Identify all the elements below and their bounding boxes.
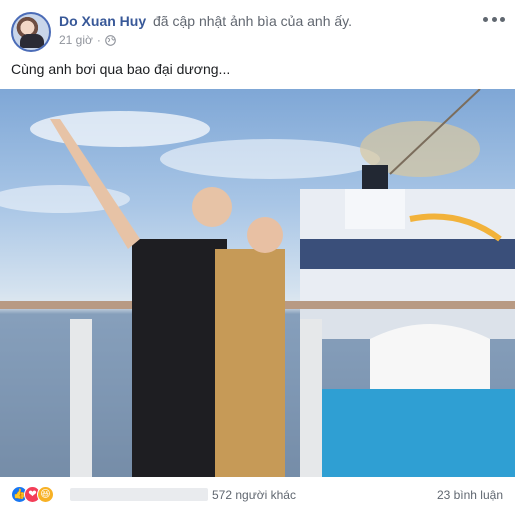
ship-panel xyxy=(300,239,515,269)
more-options-icon[interactable] xyxy=(483,12,505,26)
meta-separator: · xyxy=(96,33,101,47)
cloud xyxy=(160,139,380,179)
ship-deck xyxy=(345,189,405,229)
author-avatar[interactable] xyxy=(11,12,51,52)
post-title-line: Do Xuan Huy đã cập nhật ảnh bìa của anh … xyxy=(59,13,352,29)
man-head xyxy=(192,187,232,227)
post-timestamp[interactable]: 21 giờ xyxy=(59,33,93,47)
post-action-text: đã cập nhật ảnh bìa của anh ấy. xyxy=(153,13,353,29)
railing-post xyxy=(300,319,322,477)
reaction-count[interactable]: 572 người khác xyxy=(212,488,296,502)
post-header: Do Xuan Huy đã cập nhật ảnh bìa của anh … xyxy=(0,0,515,58)
cover-photo[interactable] xyxy=(0,89,515,477)
post-caption: Cùng anh bơi qua bao đại dương... xyxy=(11,61,231,77)
pool xyxy=(322,389,515,477)
man-figure xyxy=(132,239,227,477)
railing-post xyxy=(70,319,92,477)
cover-photo-scene xyxy=(0,89,515,477)
avatar-figure xyxy=(20,34,44,48)
post-footer: 👍 ❤ 😆 572 người khác 23 bình luận xyxy=(0,477,515,515)
more-dot xyxy=(483,16,488,22)
more-dot xyxy=(500,16,505,22)
author-name-link[interactable]: Do Xuan Huy xyxy=(59,13,146,29)
haha-icon: 😆 xyxy=(37,486,54,503)
post-meta: 21 giờ · xyxy=(59,33,116,47)
pool-tent xyxy=(370,324,490,389)
woman-head xyxy=(247,217,283,253)
reaction-icons[interactable]: 👍 ❤ 😆 xyxy=(11,486,54,503)
more-dot xyxy=(491,16,497,22)
woman-figure xyxy=(215,249,285,477)
globe-icon[interactable] xyxy=(105,34,116,46)
ship-funnel xyxy=(362,165,388,193)
reactor-names-redacted xyxy=(70,488,208,501)
comment-count[interactable]: 23 bình luận xyxy=(437,488,503,502)
